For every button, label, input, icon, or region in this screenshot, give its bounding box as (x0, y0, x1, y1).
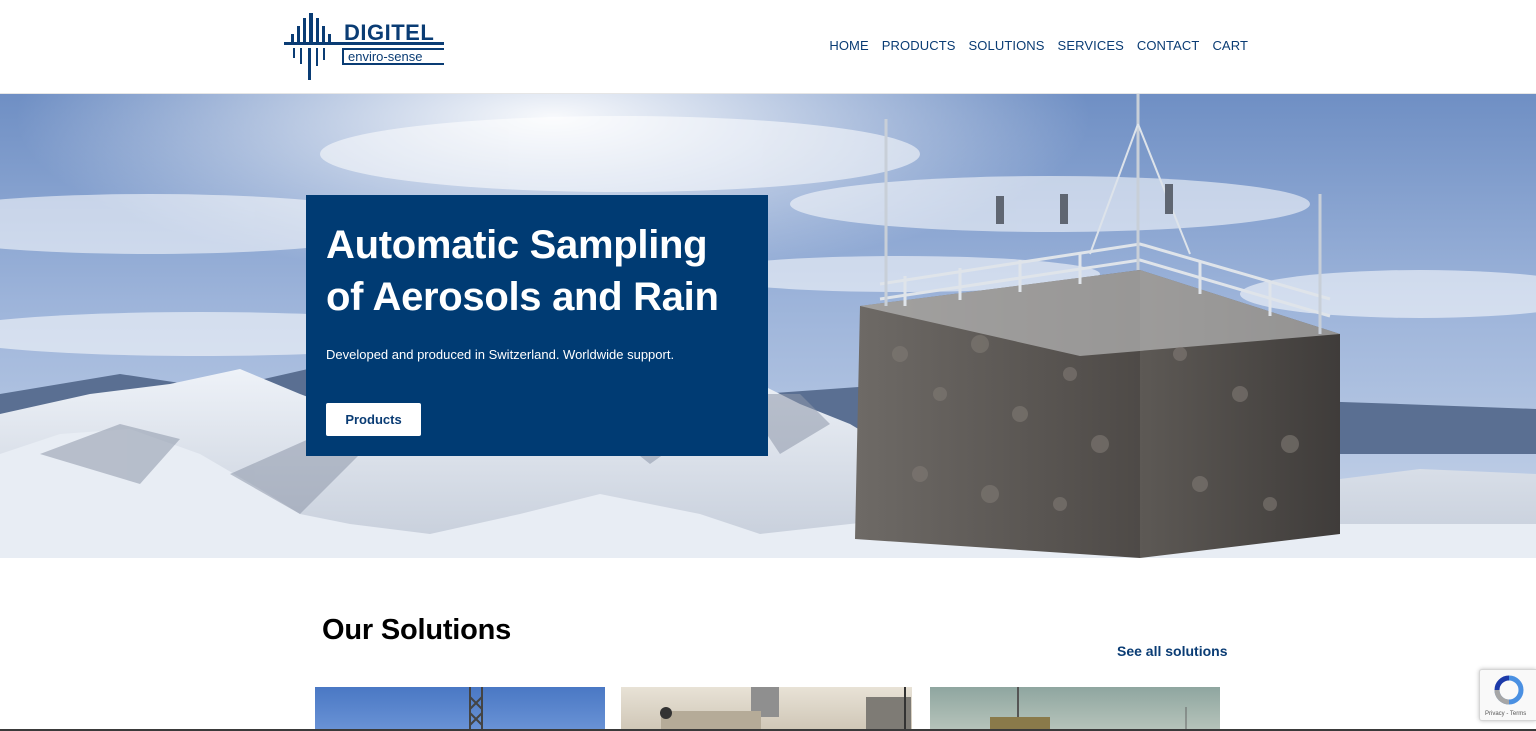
solution-card-image[interactable] (930, 687, 1220, 731)
solution-card-image[interactable] (315, 687, 605, 731)
hero-title-line2: of Aerosols and Rain (326, 275, 719, 319)
recaptcha-terms: Privacy - Terms (1485, 711, 1527, 717)
recaptcha-icon (1494, 675, 1524, 705)
hero-banner: Automatic Sampling of Aerosols and Rain … (0, 94, 1536, 558)
nav-services[interactable]: SERVICES (1058, 38, 1124, 53)
nav-home[interactable]: HOME (829, 38, 868, 53)
nav-contact[interactable]: CONTACT (1137, 38, 1200, 53)
nav-products[interactable]: PRODUCTS (882, 38, 956, 53)
products-button[interactable]: Products (326, 403, 421, 436)
see-all-solutions-link[interactable]: See all solutions (1117, 643, 1227, 659)
hero-subtitle: Developed and produced in Switzerland. W… (326, 347, 675, 362)
site-header: DIGITEL enviro-sense HOME PRODUCTS SOLUT… (0, 0, 1536, 94)
tower-image (469, 687, 483, 731)
hero-title-line1: Automatic Sampling (326, 223, 708, 267)
nav-cart[interactable]: CART (1212, 38, 1248, 53)
brand-tagline: enviro-sense (348, 49, 422, 64)
instrument-image (660, 687, 911, 731)
brand-name: DIGITEL (344, 20, 434, 45)
hero-background-image (0, 94, 1536, 558)
logo-mark-icon: DIGITEL enviro-sense (284, 13, 444, 80)
digitel-logo[interactable]: DIGITEL enviro-sense (281, 12, 451, 82)
solution-card-image[interactable] (621, 687, 912, 731)
nav-solutions[interactable]: SOLUTIONS (969, 38, 1045, 53)
recaptcha-badge[interactable]: Privacy - Terms (1479, 669, 1536, 721)
hero-card: Automatic Sampling of Aerosols and Rain … (306, 195, 768, 456)
hero-title: Automatic Sampling of Aerosols and Rain (326, 219, 748, 323)
main-nav: HOME PRODUCTS SOLUTIONS SERVICES CONTACT… (829, 38, 1248, 53)
solutions-heading: Our Solutions (322, 614, 512, 646)
field-station-image (990, 687, 1187, 731)
